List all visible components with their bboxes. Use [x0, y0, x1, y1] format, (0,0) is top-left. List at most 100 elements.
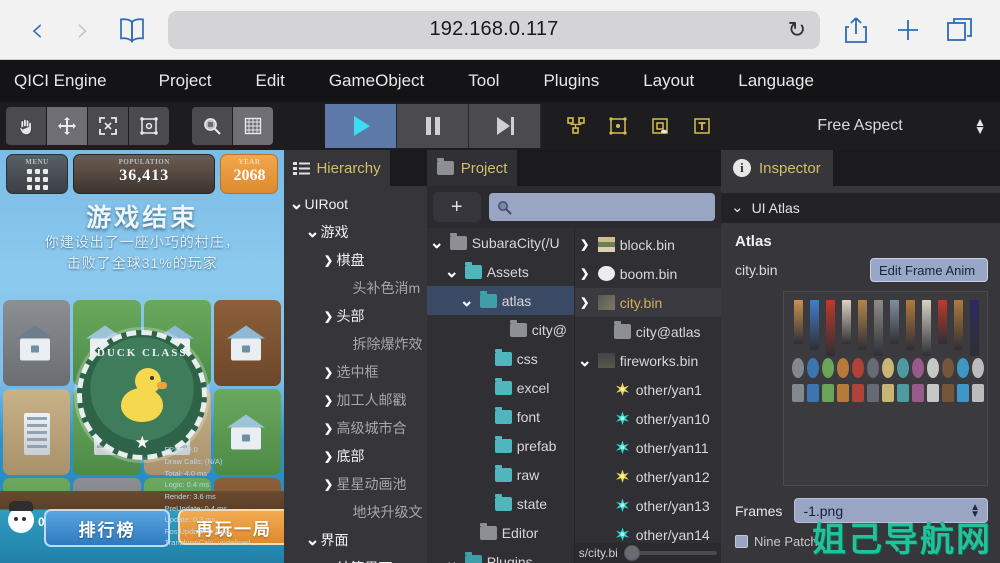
chevron-down-icon[interactable] [429, 238, 445, 248]
play-button[interactable] [325, 104, 397, 148]
menu-item-language[interactable]: Language [716, 71, 836, 91]
tab-project[interactable]: Project [426, 150, 518, 186]
hierarchy-item[interactable]: 结算界面 [284, 554, 426, 563]
hierarchy-item[interactable]: 拆除爆炸效 [284, 330, 426, 358]
hierarchy-item[interactable]: 地块升级文 [284, 498, 426, 526]
project-asset-tree[interactable]: block.bin boom.bin city.bin city@atlas firew… [574, 228, 721, 563]
share-button[interactable] [830, 7, 882, 53]
project-asset-item[interactable]: boom.bin [575, 259, 721, 288]
stepper-icon[interactable]: ▲ ▼ [974, 116, 986, 136]
chevron-down-icon[interactable] [288, 199, 304, 209]
project-tree-item[interactable]: SubaraCity(/U [427, 228, 574, 257]
hierarchy-item[interactable]: 头补色消m [284, 274, 426, 302]
chevron-down-icon[interactable] [304, 535, 320, 545]
step-button[interactable] [469, 104, 541, 148]
project-asset-item[interactable]: city.bin [574, 288, 721, 317]
project-tree-item[interactable]: atlas [426, 286, 574, 315]
back-button[interactable]: ‹ [14, 7, 60, 53]
project-tree-item[interactable]: excel [427, 373, 574, 402]
hand-tool-button[interactable] [6, 107, 46, 145]
chevron-right-icon[interactable] [320, 254, 336, 267]
hierarchy-item[interactable]: 加工人邮戳 [284, 386, 426, 414]
grid-tool-button[interactable] [233, 107, 273, 145]
pause-button[interactable] [397, 104, 469, 148]
show-tabs-button[interactable] [934, 7, 986, 53]
nine-patch-row[interactable]: Nine Patch [734, 534, 818, 549]
hierarchy-item[interactable]: 头部 [284, 302, 426, 330]
project-asset-item[interactable]: other/yan12 [575, 462, 721, 491]
project-asset-item[interactable]: other/yan13 [575, 491, 721, 520]
game-view[interactable]: MENU POPULATION 36,413 YEAR 2068 游戏结束 你建… [0, 150, 285, 563]
chevron-right-icon[interactable] [320, 422, 336, 435]
chevron-down-icon[interactable] [444, 267, 460, 277]
atlas-preview[interactable] [782, 291, 988, 486]
chevron-right-icon[interactable] [320, 394, 336, 407]
project-tree-item[interactable]: Assets [427, 257, 574, 286]
chevron-right-icon[interactable] [320, 478, 336, 491]
chevron-right-icon[interactable] [577, 296, 593, 309]
hierarchy-item[interactable]: 高级城市合 [284, 414, 426, 442]
nine-patch-checkbox[interactable] [734, 535, 748, 548]
hierarchy-item[interactable]: 界面 [284, 526, 426, 554]
menu-item-tool[interactable]: Tool [446, 71, 521, 91]
tab-inspector[interactable]: i Inspector [720, 150, 833, 186]
scroll-track[interactable] [623, 545, 717, 561]
project-tree-item[interactable]: city@ [427, 315, 574, 344]
frames-select[interactable]: -1.png ▲ ▼ [794, 498, 988, 523]
hierarchy-item[interactable]: UIRoot [284, 190, 426, 218]
reload-icon[interactable]: ↻ [788, 17, 806, 43]
stepper-icon[interactable]: ▲ ▼ [970, 502, 980, 519]
project-asset-item[interactable]: city@atlas [575, 317, 721, 346]
chevron-down-icon[interactable] [577, 356, 593, 366]
hierarchy-item[interactable]: 棋盘 [284, 246, 426, 274]
menu-item-project[interactable]: Project [137, 71, 234, 91]
hierarchy-item[interactable]: 星星动画池 [284, 470, 426, 498]
project-search[interactable] [488, 193, 715, 221]
chevron-down-icon[interactable] [304, 227, 320, 237]
bounds-gizmo-button[interactable] [598, 107, 638, 145]
project-tree-item[interactable]: prefab [427, 431, 574, 460]
sprite-gizmo-button[interactable] [640, 107, 680, 145]
game-menu-button[interactable]: MENU [6, 154, 68, 194]
project-asset-item[interactable]: fireworks.bin [575, 346, 721, 375]
chevron-right-icon[interactable] [320, 366, 336, 379]
move-tool-button[interactable] [47, 107, 87, 145]
new-tab-button[interactable] [882, 7, 934, 53]
menu-item-plugins[interactable]: Plugins [521, 71, 621, 91]
scroll-thumb[interactable] [623, 545, 640, 561]
add-asset-button[interactable]: + [432, 192, 481, 222]
rect-tool-button[interactable] [129, 107, 169, 145]
project-tree-item[interactable]: Plugins [427, 547, 574, 563]
project-tree-item[interactable]: raw [427, 460, 574, 489]
chevron-right-icon[interactable] [320, 310, 336, 323]
scale-tool-button[interactable] [88, 107, 128, 145]
project-tree-item[interactable]: css [427, 344, 574, 373]
project-tree-item[interactable]: Editor [427, 518, 574, 547]
hierarchy-item[interactable]: 游戏 [284, 218, 426, 246]
menu-item-edit[interactable]: Edit [234, 71, 307, 91]
edit-frame-anim-button[interactable]: Edit Frame Anim [869, 258, 988, 282]
project-hscrollbar[interactable]: s/city.bi [574, 543, 721, 563]
project-asset-item[interactable]: other/yan10 [575, 404, 721, 433]
project-tree-item[interactable]: state [427, 489, 574, 518]
forward-button[interactable]: › [60, 7, 106, 53]
project-asset-item[interactable]: block.bin [575, 230, 721, 259]
hierarchy-tree[interactable]: UIRoot 游戏棋盘头补色消m 头部拆除爆炸效选中框加工人邮戳高级城市合底部星星动… [284, 186, 426, 563]
address-bar[interactable]: 192.168.0.117 ↻ [168, 10, 820, 49]
project-folder-tree[interactable]: SubaraCity(/U Assets atlas city@ css excel fon… [426, 228, 575, 563]
chevron-down-icon[interactable] [459, 296, 475, 306]
search-input[interactable] [517, 199, 707, 215]
bookmarks-button[interactable] [106, 7, 158, 53]
hierarchy-item[interactable]: 底部 [284, 442, 426, 470]
nodes-gizmo-button[interactable] [556, 107, 596, 145]
chevron-right-icon[interactable] [320, 450, 336, 463]
hierarchy-item[interactable]: 选中框 [284, 358, 426, 386]
ui-atlas-section-header[interactable]: ⌄ UI Atlas [720, 193, 1000, 223]
project-asset-item[interactable]: other/yan1 [575, 375, 721, 404]
project-asset-item[interactable]: other/yan11 [575, 433, 721, 462]
menu-item-layout[interactable]: Layout [621, 71, 716, 91]
menu-item-gameobject[interactable]: GameObject [307, 71, 446, 91]
text-gizmo-button[interactable] [682, 107, 722, 145]
zoom-tool-button[interactable] [192, 107, 232, 145]
chevron-down-icon[interactable] [444, 557, 460, 563]
